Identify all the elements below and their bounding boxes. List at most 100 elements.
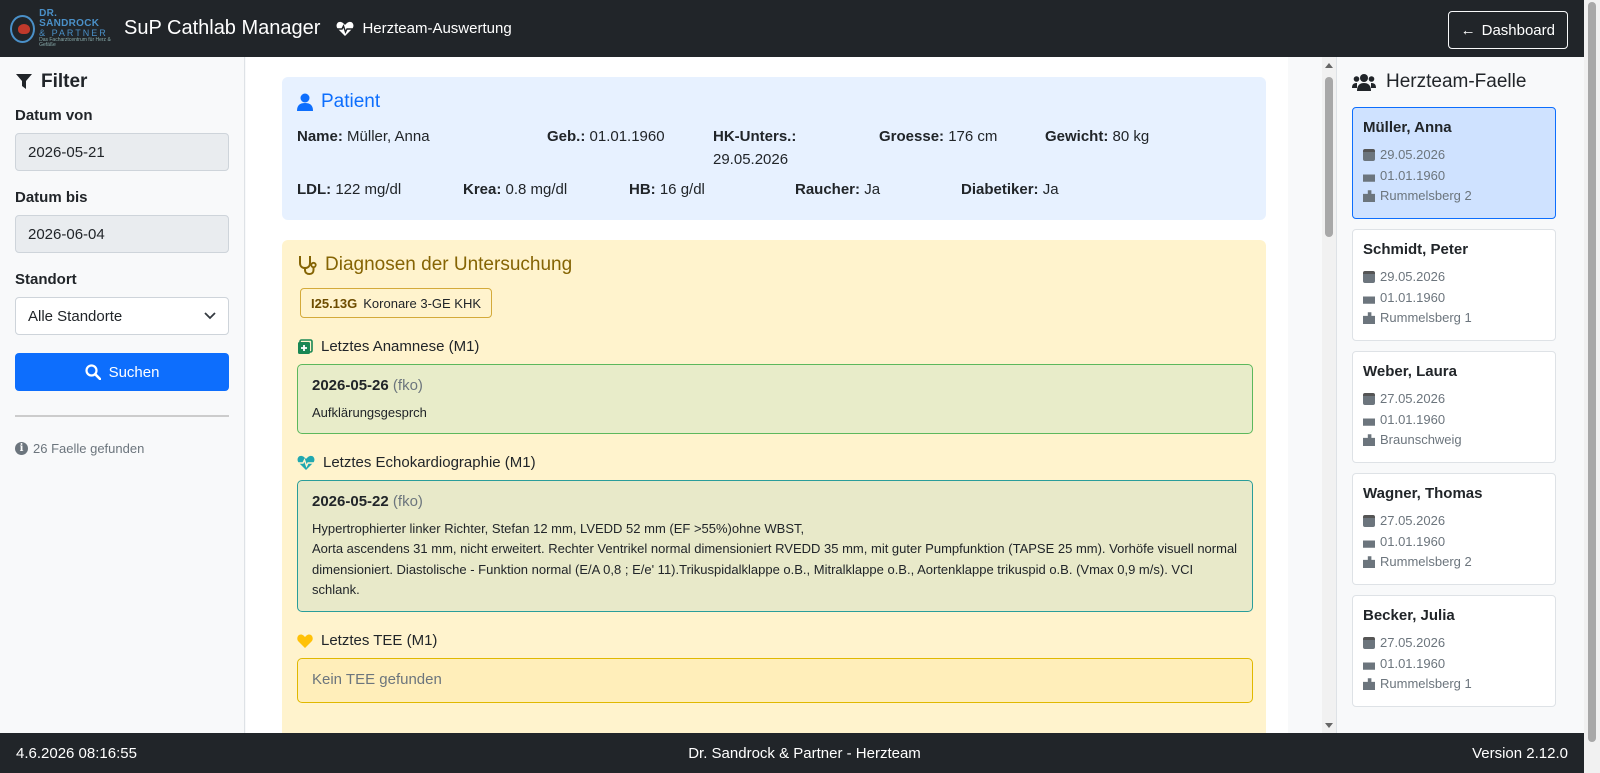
echo-text: Aorta ascendens 31 mm, nicht erweitert. … xyxy=(312,541,1238,597)
case-card[interactable]: Müller, Anna 29.05.2026 01.01.1960 Rummelsb… xyxy=(1352,107,1556,219)
dob-label: Geb.: xyxy=(547,128,586,145)
hospital-icon xyxy=(1363,556,1375,569)
footer-version: Version 2.12.0 xyxy=(1472,744,1568,762)
result-count-text: 26 Faelle gefunden xyxy=(33,441,145,456)
echo-box: 2026-05-22 (fko) Hypertrophierter linker… xyxy=(297,480,1253,612)
case-dob-text: 01.01.1960 xyxy=(1380,533,1446,549)
date-to-value: 2026-06-04 xyxy=(28,225,105,243)
case-card[interactable]: Becker, Julia 27.05.2026 01.01.1960 Rummels… xyxy=(1352,595,1556,707)
diagnoses-title-text: Diagnosen der Untersuchung xyxy=(325,254,573,275)
echo-heading: Letztes Echokardiographie (M1) xyxy=(297,454,1251,471)
chevron-down-icon xyxy=(204,312,216,320)
case-date: 29.05.2026 xyxy=(1363,145,1545,166)
stethoscope-icon xyxy=(299,256,317,275)
case-card[interactable]: Wagner, Thomas 27.05.2026 01.01.1960 Rummel… xyxy=(1352,473,1556,585)
hk-value: 29.05.2026 xyxy=(713,151,789,168)
patient-name: Name: Müller, Anna xyxy=(297,125,547,171)
birthday-cake-icon xyxy=(1363,296,1375,304)
heart-pulse-icon xyxy=(336,21,354,36)
diagnosis-text: Koronare 3-GE KHK xyxy=(363,295,482,311)
footer-timestamp: 4.6.2026 08:16:55 xyxy=(16,744,137,762)
search-label: Suchen xyxy=(108,363,160,381)
scrollbar-thumb[interactable] xyxy=(1588,2,1596,742)
date-to-label: Datum bis xyxy=(15,189,88,206)
calendar-icon xyxy=(1363,515,1375,528)
section-label: Herzteam-Auswertung xyxy=(362,20,512,37)
diagnosis-badge: I25.13G Koronare 3-GE KHK xyxy=(300,288,493,318)
footer: 4.6.2026 08:16:55 Dr. Sandrock & Partner… xyxy=(0,733,1584,773)
search-icon xyxy=(84,364,101,380)
hb-label: HB: xyxy=(629,181,656,198)
heart-pulse-icon xyxy=(297,455,315,470)
case-date-text: 27.05.2026 xyxy=(1380,513,1446,528)
user-icon xyxy=(297,93,313,111)
scroll-down-icon xyxy=(1325,723,1333,728)
patient-krea: Krea: 0.8 mg/dl xyxy=(463,181,629,198)
tee-empty-text: Kein TEE gefunden xyxy=(312,671,442,689)
patient-dob: Geb.: 01.01.1960 xyxy=(547,125,713,171)
case-dob: 01.01.1960 xyxy=(1363,410,1545,431)
case-location-text: Rummelsberg 2 xyxy=(1380,554,1472,569)
anamnese-heading-text: Letztes Anamnese (M1) xyxy=(321,338,480,355)
case-dob-text: 01.01.1960 xyxy=(1380,289,1446,305)
case-card[interactable]: Weber, Laura 27.05.2026 01.01.1960 Braunsch… xyxy=(1352,351,1556,463)
anamnese-heading: Letztes Anamnese (M1) xyxy=(297,338,1251,355)
ldl-label: LDL: xyxy=(297,181,332,198)
hb-value: 16 g/dl xyxy=(659,181,705,198)
filter-sidebar: Filter Datum von 2026-05-21 Datum bis 20… xyxy=(0,57,245,733)
anamnese-box: 2026-05-26 (fko) Aufklärungsgesprch xyxy=(297,364,1253,434)
case-dob: 01.01.1960 xyxy=(1363,654,1545,675)
patient-hb: HB: 16 g/dl xyxy=(629,181,795,198)
ldl-value: 122 mg/dl xyxy=(335,181,402,198)
cases-title-text: Herzteam-Faelle xyxy=(1386,71,1527,92)
dob-value: 01.01.1960 xyxy=(589,128,665,145)
footer-center-text: Dr. Sandrock & Partner - Herzteam xyxy=(688,744,921,762)
weight-label: Gewicht: xyxy=(1045,128,1109,145)
dashboard-button[interactable]: ← Dashboard xyxy=(1447,11,1568,49)
date-from-input[interactable]: 2026-05-21 xyxy=(15,133,229,171)
hospital-icon xyxy=(1363,678,1375,691)
case-date-text: 29.05.2026 xyxy=(1380,147,1446,162)
brand-logo[interactable]: DR. SANDROCK & PARTNER Das Facharztcentr… xyxy=(10,9,118,49)
case-card[interactable]: Schmidt, Peter 29.05.2026 01.01.1960 Rummel… xyxy=(1352,229,1556,341)
main-scrollbar[interactable] xyxy=(1322,57,1336,733)
date-to-input[interactable]: 2026-06-04 xyxy=(15,215,229,253)
case-location-text: Rummelsberg 1 xyxy=(1380,676,1472,691)
window-scrollbar[interactable] xyxy=(1584,0,1600,773)
cases-panel: Herzteam-Faelle Müller, Anna 29.05.2026 01… xyxy=(1336,57,1584,733)
case-location: Rummelsberg 2 xyxy=(1363,552,1545,573)
case-name: Müller, Anna xyxy=(1363,119,1452,136)
echo-text-line: Hypertrophierter linker Richter, Stefan … xyxy=(312,520,805,536)
krea-label: Krea: xyxy=(463,181,502,198)
divider xyxy=(15,415,229,417)
funnel-icon xyxy=(16,74,32,89)
file-medical-icon xyxy=(298,338,313,354)
anamnese-user: (fko) xyxy=(392,377,423,394)
case-location: Rummelsberg 2 xyxy=(1363,186,1545,207)
case-location: Braunschweig xyxy=(1363,430,1545,451)
location-value: Alle Standorte xyxy=(28,307,123,325)
diabetic-value: Ja xyxy=(1042,181,1059,198)
cases-title: Herzteam-Faelle xyxy=(1352,71,1569,93)
section-title: Herzteam-Auswertung xyxy=(336,20,512,37)
calendar-icon xyxy=(1363,271,1375,284)
scrollbar-thumb[interactable] xyxy=(1325,77,1333,237)
calendar-icon xyxy=(1363,149,1375,162)
birthday-cake-icon xyxy=(1363,174,1375,182)
filter-title: Filter xyxy=(15,71,229,93)
main-content: Patient Name: Müller, Anna Geb.: 01.01.1… xyxy=(246,57,1288,733)
scroll-up-icon xyxy=(1325,63,1333,68)
hospital-icon xyxy=(1363,312,1375,325)
search-button[interactable]: Suchen xyxy=(15,353,229,391)
arrow-left-icon: ← xyxy=(1460,21,1476,39)
dashboard-label: Dashboard xyxy=(1481,21,1555,39)
height-label: Groesse: xyxy=(879,128,945,145)
location-select[interactable]: Alle Standorte xyxy=(15,297,229,335)
case-name: Weber, Laura xyxy=(1363,363,1457,380)
logo-text: Das Facharztcentrum für Herz & Gefäße xyxy=(39,37,111,48)
echo-heading-text: Letztes Echokardiographie (M1) xyxy=(323,454,536,471)
patient-diabetic: Diabetiker: Ja xyxy=(961,181,1127,198)
patient-title-text: Patient xyxy=(321,91,381,112)
weight-value: 80 kg xyxy=(1112,128,1150,145)
app-title[interactable]: SuP Cathlab Manager xyxy=(124,17,320,40)
